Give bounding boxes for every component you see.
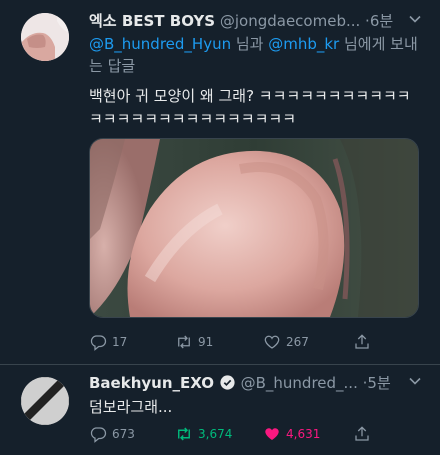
retweet-icon	[178, 335, 190, 349]
retweet-count: 91	[198, 335, 214, 349]
tweet-text: 백현아 귀 모양이 왜 그래? ㅋㅋㅋㅋㅋㅋㅋㅋㅋㅋㅋㅋㅋㅋㅋㅋㅋㅋㅋㅋㅋㅋㅋㅋ…	[89, 87, 411, 128]
tweet-text: 덤보라그래...	[89, 398, 173, 416]
tweet-actions: 17 91 267	[89, 333, 419, 351]
tweet-timestamp[interactable]: 6분	[370, 12, 393, 30]
tweet-actions: 673 3,674 4,631	[89, 425, 419, 443]
display-name[interactable]: 엑소 BEST BOYS	[89, 12, 215, 30]
mention-link[interactable]: @mhb_kr	[268, 35, 339, 53]
reply-context: @B_hundred_Hyun 님과 @mhb_kr 님에게 보내는 답글	[89, 33, 419, 77]
like-count: 4,631	[286, 427, 321, 441]
ear-photo	[90, 139, 418, 317]
share-icon	[355, 334, 369, 349]
tweet-header: 엑소 BEST BOYS @jongdaecomeb... ·6분	[89, 10, 393, 31]
heart-icon	[264, 335, 280, 349]
chevron-down-icon[interactable]	[408, 374, 422, 391]
display-name[interactable]: Baekhyun_EXO	[89, 374, 214, 392]
reply-icon	[90, 427, 107, 443]
avatar-photo	[21, 377, 69, 425]
reply-count: 673	[112, 427, 135, 441]
tweet-1[interactable]: 엑소 BEST BOYS @jongdaecomeb... ·6분 @B_hun…	[0, 0, 440, 365]
tweet-image[interactable]	[89, 138, 419, 318]
like-button[interactable]: 267	[263, 333, 353, 351]
share-button[interactable]	[353, 425, 371, 443]
retweet-button[interactable]: 91	[175, 333, 263, 351]
reply-conjunction: 님과	[231, 35, 269, 53]
heart-icon	[265, 428, 279, 440]
mention-link[interactable]: @B_hundred_Hyun	[89, 35, 231, 53]
user-handle[interactable]: @jongdaecomeb...	[220, 12, 360, 30]
tweet-header: Baekhyun_EXO @B_hundred_... ·5분	[89, 372, 391, 395]
share-icon	[355, 426, 369, 441]
avatar[interactable]	[21, 13, 69, 61]
reply-icon	[90, 335, 107, 351]
reply-button[interactable]: 17	[89, 333, 175, 351]
user-handle[interactable]: @B_hundred_...	[241, 374, 358, 392]
retweet-icon	[178, 427, 190, 441]
share-button[interactable]	[353, 333, 371, 351]
retweet-button[interactable]: 3,674	[175, 425, 263, 443]
reply-button[interactable]: 673	[89, 425, 175, 443]
chevron-down-icon[interactable]	[408, 12, 422, 29]
verified-badge-icon	[219, 374, 236, 395]
reply-count: 17	[112, 335, 128, 349]
like-button[interactable]: 4,631	[263, 425, 353, 443]
avatar[interactable]	[21, 377, 69, 425]
retweet-count: 3,674	[198, 427, 233, 441]
like-count: 267	[286, 335, 309, 349]
tweet-2[interactable]: Baekhyun_EXO @B_hundred_... ·5분 덤보라그래...…	[0, 365, 440, 455]
avatar-photo	[21, 13, 69, 61]
tweet-timestamp[interactable]: 5분	[367, 374, 390, 392]
